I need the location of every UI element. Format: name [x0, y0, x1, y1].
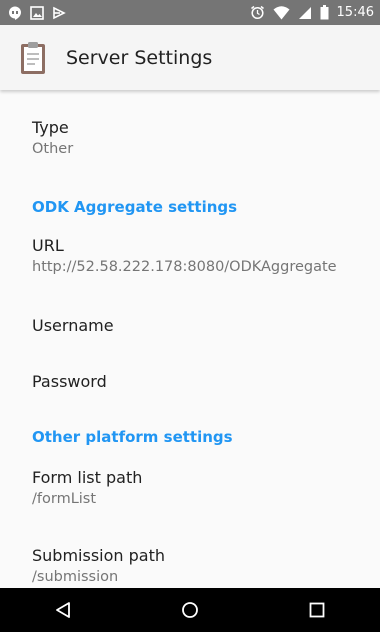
submission-path-title: Submission path — [32, 546, 165, 565]
back-icon[interactable] — [33, 588, 93, 632]
url-summary: http://52.58.222.178:8080/ODKAggregate — [32, 259, 337, 275]
url-preference[interactable]: URL http://52.58.222.178:8080/ODKAggrega… — [32, 236, 370, 278]
password-title: Password — [32, 372, 107, 391]
username-preference[interactable]: Username — [32, 316, 370, 336]
other-platform-header: Other platform settings — [32, 428, 233, 446]
signal-icon — [298, 6, 312, 20]
navigation-bar — [0, 588, 380, 632]
page-title: Server Settings — [66, 46, 213, 69]
settings-list[interactable]: Type Other ODK Aggregate settings URL ht… — [0, 90, 380, 588]
odk-aggregate-header: ODK Aggregate settings — [32, 198, 238, 216]
password-preference[interactable]: Password — [32, 372, 370, 392]
submission-path-summary: /submission — [32, 569, 119, 585]
type-preference[interactable]: Type Other — [32, 118, 370, 160]
username-title: Username — [32, 316, 114, 335]
home-icon[interactable] — [160, 588, 220, 632]
form-list-path-title: Form list path — [32, 468, 143, 487]
type-title: Type — [32, 118, 69, 137]
status-time: 15:46 — [336, 5, 374, 20]
battery-icon — [320, 5, 329, 20]
wifi-icon — [273, 5, 290, 20]
app-bar: Server Settings — [0, 25, 380, 90]
clipboard-icon — [18, 40, 48, 76]
form-list-path-preference[interactable]: Form list path /formList — [32, 468, 370, 510]
type-summary: Other — [32, 141, 74, 157]
status-bar: 15:46 — [0, 0, 380, 25]
status-bar-left — [8, 5, 66, 20]
image-icon — [30, 5, 44, 20]
recents-icon[interactable] — [287, 588, 347, 632]
alarm-icon — [250, 5, 265, 20]
status-bar-right: 15:46 — [250, 5, 374, 20]
form-list-path-summary: /formList — [32, 491, 97, 507]
submission-path-preference[interactable]: Submission path /submission — [32, 546, 370, 588]
cast-icon — [52, 6, 66, 20]
url-title: URL — [32, 236, 64, 255]
hangouts-icon — [8, 6, 22, 20]
